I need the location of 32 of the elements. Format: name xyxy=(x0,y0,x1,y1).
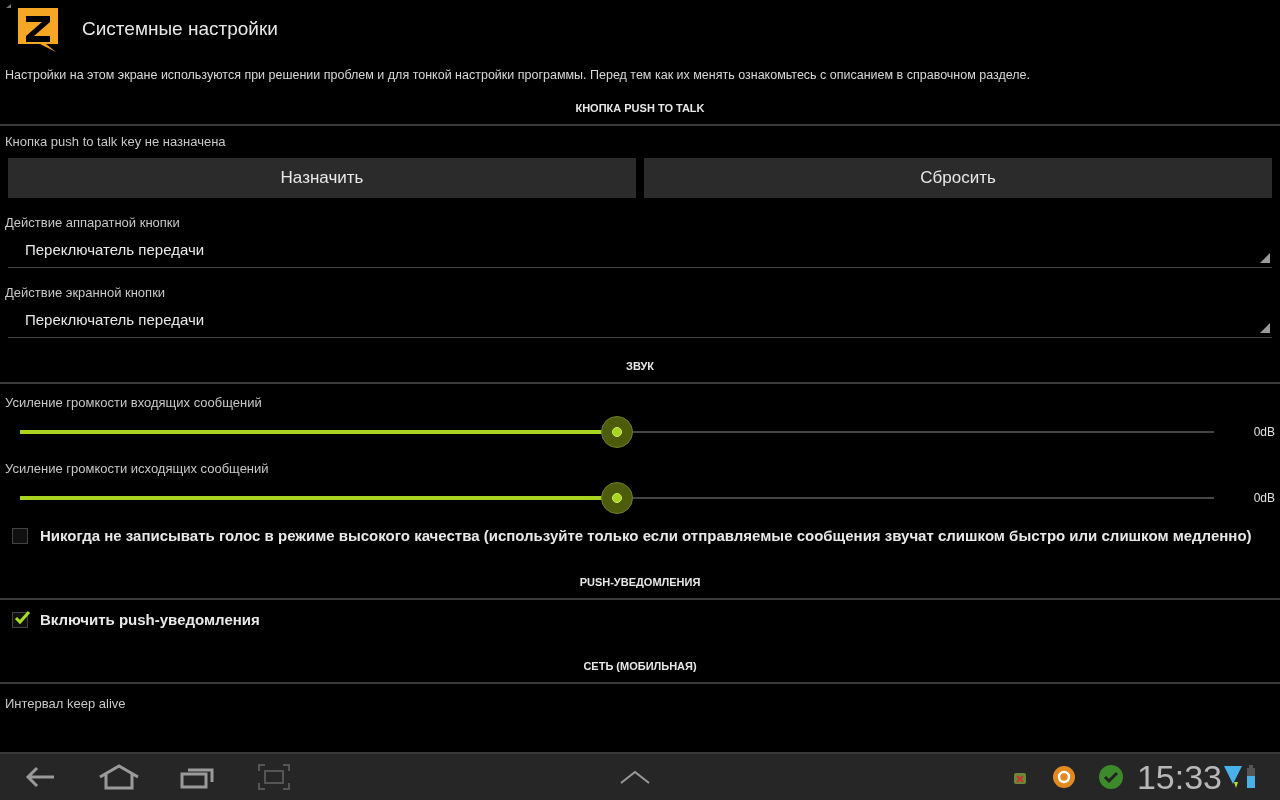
section-header: PUSH-УВЕДОМЛЕНИЯ xyxy=(579,574,701,590)
checkbox-label: Включить push-уведомления xyxy=(40,609,260,630)
slider-reading: 0dB xyxy=(1253,490,1276,507)
ring-icon xyxy=(1052,766,1075,788)
clock: 15:33 xyxy=(1136,760,1222,794)
battery-icon xyxy=(1246,764,1256,790)
check-circle-icon xyxy=(1098,765,1123,789)
description: Настройки на этом экране используются при решении проблем и для тонкой настройки программы. Перед тем как их менять ознакомьтесь с описанием в справочном разделе. xyxy=(4,66,1031,84)
action-button[interactable]: Назначить xyxy=(8,158,636,198)
setting-label: Интервал keep alive xyxy=(4,695,127,714)
setting-label: Усиление громкости исходящих сообщений xyxy=(4,459,270,478)
section-header: СЕТЬ (МОБИЛЬНАЯ) xyxy=(583,658,697,674)
back-icon[interactable] xyxy=(24,765,56,789)
dropdown-corner-icon xyxy=(1260,253,1270,263)
window-title: Системные настройки xyxy=(82,16,278,41)
slider-reading: 0dB xyxy=(1253,424,1276,441)
caret-up-icon[interactable] xyxy=(620,770,650,784)
wifi-icon xyxy=(1224,764,1244,790)
setting-label: Действие экранной кнопки xyxy=(4,283,167,302)
section-header: КНОПКА PUSH TO TALK xyxy=(575,100,705,116)
checkbox-row[interactable]: Включить push-уведомления xyxy=(0,602,1280,638)
home-icon[interactable] xyxy=(98,764,140,790)
setting-label: Кнопка push to talk key не назначена xyxy=(4,133,227,152)
dropdown[interactable]: Переключатель передачи xyxy=(8,304,1272,338)
dropdown-corner-icon xyxy=(1260,323,1270,333)
section-header: ЗВУК xyxy=(626,358,654,374)
checkbox-label: Никогда не записывать голос в режиме высокого качества (используйте только если отправляемые сообщения звучат слишком быстро или слишком медленно) xyxy=(40,525,1252,546)
action-button[interactable]: Сбросить xyxy=(644,158,1272,198)
setting-label: Усиление громкости входящих сообщений xyxy=(4,393,263,412)
checkbox-row[interactable]: Никогда не записывать голос в режиме высокого качества (используйте только если отправляемые сообщения звучат слишком быстро или слишком медленно) xyxy=(0,518,1280,554)
setting-label: Действие аппаратной кнопки xyxy=(4,213,181,232)
dropdown[interactable]: Переключатель передачи xyxy=(8,234,1272,268)
